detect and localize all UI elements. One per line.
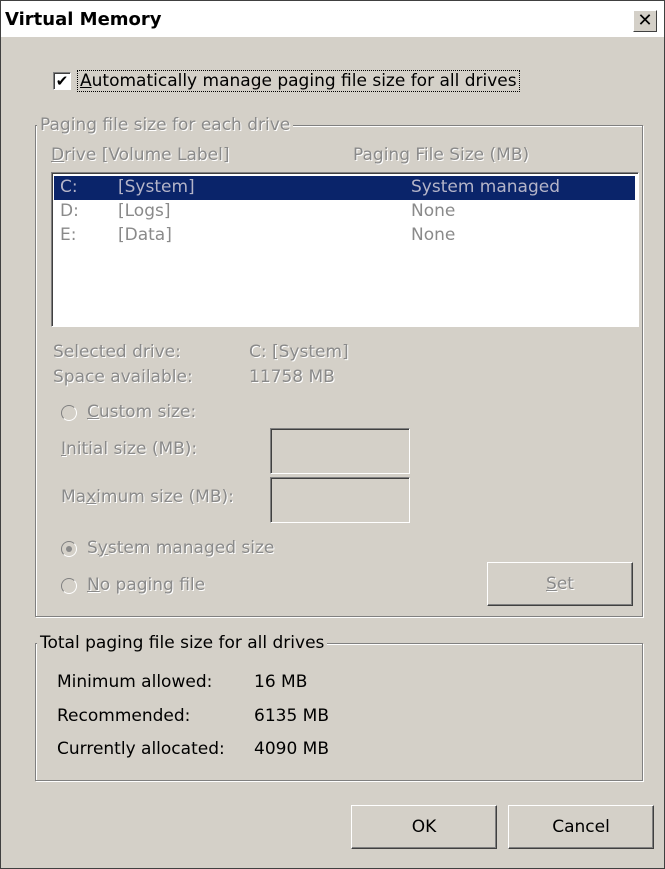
auto-manage-label[interactable]: Automatically manage paging file size fo… (77, 70, 520, 92)
drive-paging-size: None (411, 225, 456, 245)
no-paging-text: o paging file (99, 575, 206, 595)
no-paging-radio[interactable] (61, 578, 77, 594)
custom-size-text: ustom size: (98, 402, 197, 422)
minimum-allowed-value: 16 MB (254, 672, 308, 692)
maximum-size-input[interactable] (270, 477, 410, 523)
auto-manage-checkbox[interactable]: ✔ (53, 72, 71, 90)
initial-size-input[interactable] (270, 428, 410, 474)
maximum-size-pre: Ma (61, 487, 87, 507)
recommended-value: 6135 MB (254, 706, 329, 726)
space-available-label: Space available: (53, 367, 193, 387)
drive-letter: D: (60, 201, 79, 221)
set-text: et (556, 574, 574, 594)
no-paging-label[interactable]: No paging file (87, 575, 205, 595)
drive-col-mnemonic: D (51, 145, 65, 165)
paging-group-legend: Paging file size for each drive (37, 115, 294, 135)
initial-size-text: nitial size (MB): (66, 439, 198, 459)
close-icon: ✕ (637, 10, 653, 31)
set-mnemonic: S (546, 574, 557, 594)
drive-paging-size: System managed (411, 177, 561, 197)
auto-manage-label-text: utomatically manage paging file size for… (91, 71, 517, 91)
maximum-size-text: imum size (MB): (96, 487, 234, 507)
currently-allocated-label: Currently allocated: (57, 739, 225, 759)
drive-volume-label: [Data] (118, 225, 172, 245)
drive-volume-label: [Logs] (118, 201, 171, 221)
cancel-button[interactable]: Cancel (508, 805, 654, 849)
drive-letter: C: (60, 177, 78, 197)
set-button[interactable]: Set (487, 562, 633, 606)
total-group-legend: Total paging file size for all drives (37, 633, 328, 653)
auto-manage-mnemonic: A (80, 71, 92, 91)
system-managed-radio[interactable] (61, 541, 77, 557)
drive-volume-label: [System] (118, 177, 195, 197)
drive-letter: E: (60, 225, 77, 245)
currently-allocated-value: 4090 MB (254, 739, 329, 759)
initial-size-label: Initial size (MB): (61, 439, 197, 459)
drive-list[interactable]: C: [System] System managed D: [Logs] Non… (51, 172, 639, 327)
column-header-drive: Drive [Volume Label] (51, 145, 230, 165)
drive-row-c[interactable]: C: [System] System managed (54, 176, 635, 200)
virtual-memory-dialog: Virtual Memory ✕ ✔ Automatically manage … (0, 0, 665, 869)
dialog-title: Virtual Memory (5, 9, 162, 30)
maximum-size-mnemonic: x (86, 487, 97, 507)
selected-drive-label: Selected drive: (53, 342, 181, 362)
system-managed-mnemonic: y (97, 538, 108, 558)
minimum-allowed-label: Minimum allowed: (57, 672, 213, 692)
column-header-size: Paging File Size (MB) (353, 145, 530, 165)
custom-size-mnemonic: C (87, 402, 99, 422)
radio-selected-dot (66, 546, 72, 552)
custom-size-radio[interactable] (61, 405, 77, 421)
system-managed-text: stem managed size (107, 538, 275, 558)
space-available-value: 11758 MB (249, 367, 335, 387)
drive-row-d[interactable]: D: [Logs] None (54, 200, 635, 224)
checkmark-icon: ✔ (55, 72, 69, 90)
selected-drive-value: C: [System] (249, 342, 349, 362)
system-managed-label[interactable]: System managed size (87, 538, 274, 558)
custom-size-label[interactable]: Custom size: (87, 402, 196, 422)
drive-paging-size: None (411, 201, 456, 221)
maximum-size-label: Maximum size (MB): (61, 487, 234, 507)
recommended-label: Recommended: (57, 706, 191, 726)
ok-button[interactable]: OK (351, 805, 497, 849)
close-button[interactable]: ✕ (633, 10, 657, 32)
drive-row-e[interactable]: E: [Data] None (54, 224, 635, 248)
no-paging-mnemonic: N (87, 575, 100, 595)
title-bar[interactable]: Virtual Memory ✕ (1, 1, 664, 37)
drive-col-text: rive [Volume Label] (64, 145, 230, 165)
system-managed-pre: S (87, 538, 98, 558)
